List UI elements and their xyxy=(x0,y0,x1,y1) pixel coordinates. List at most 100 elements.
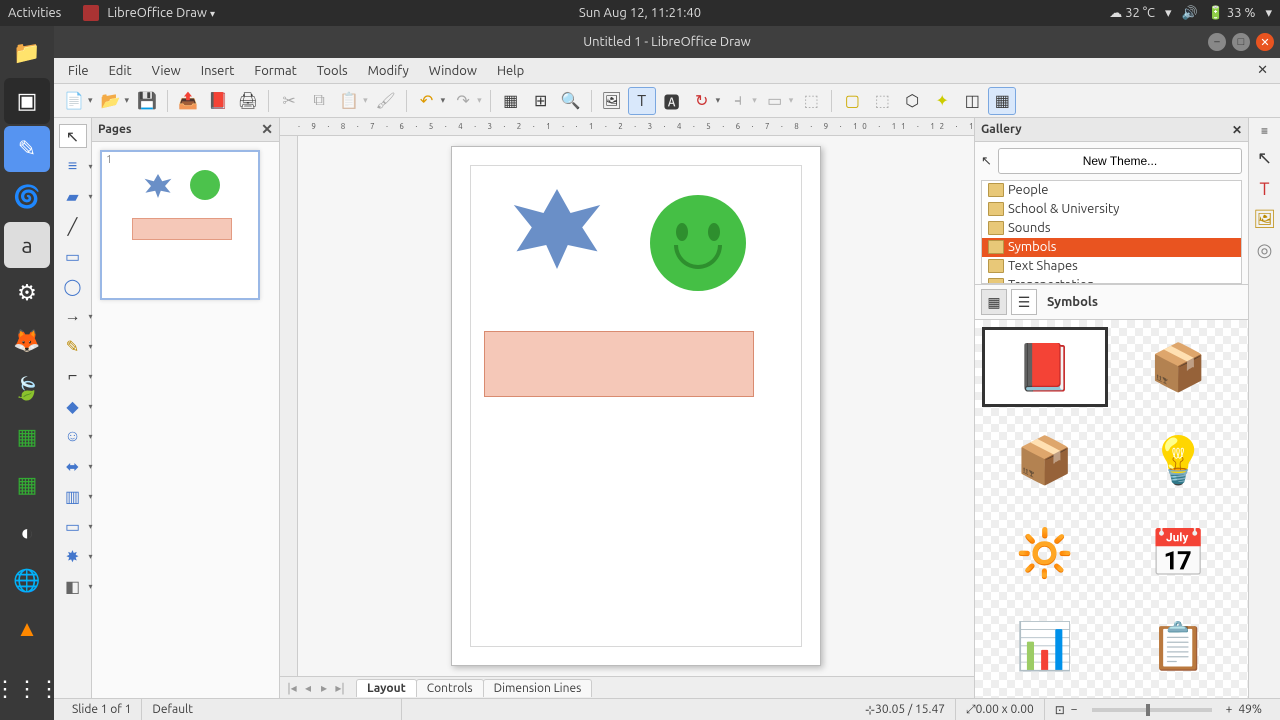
dock-browser[interactable]: 🌐 xyxy=(4,558,50,604)
menu-modify[interactable]: Modify xyxy=(360,61,417,81)
crop-button[interactable]: ⬚ xyxy=(868,87,896,115)
theme-item-people[interactable]: People xyxy=(982,181,1241,200)
vertical-ruler[interactable] xyxy=(280,136,298,676)
distribute-button[interactable]: ⬚ xyxy=(797,87,825,115)
wifi-icon[interactable]: ▾ xyxy=(1165,6,1172,21)
zoom-value[interactable]: 49% xyxy=(1238,703,1262,716)
menu-file[interactable]: File xyxy=(60,61,97,81)
sidebar-styles-icon[interactable]: T xyxy=(1259,179,1269,199)
dock-terminal[interactable]: ▣ xyxy=(4,78,50,124)
3d-tool[interactable]: ◧▾ xyxy=(59,574,87,598)
gallery-toggle-button[interactable]: ▦ xyxy=(988,87,1016,115)
align-button[interactable]: ⫞ xyxy=(724,87,752,115)
line-color-tool[interactable]: ≡▾ xyxy=(59,154,87,178)
open-button[interactable]: 📂 xyxy=(97,87,125,115)
clock[interactable]: Sun Aug 12, 11:21:40 xyxy=(579,6,701,20)
gallery-items-grid[interactable]: 📕 📦 📦 💡 🔆 📅 📊 📋 xyxy=(975,320,1248,698)
theme-item-school[interactable]: School & University xyxy=(982,200,1241,219)
canvas-viewport[interactable] xyxy=(298,136,974,676)
page-thumbnail-1[interactable] xyxy=(100,150,260,300)
line-tool[interactable]: ╱ xyxy=(59,214,87,238)
dock-gimp[interactable]: 🦊 xyxy=(4,318,50,364)
shadow-button[interactable]: ▢ xyxy=(838,87,866,115)
theme-item-textshapes[interactable]: Text Shapes xyxy=(982,257,1241,276)
gluepoints-button[interactable]: ✦ xyxy=(928,87,956,115)
block-arrows-tool[interactable]: ⬌▾ xyxy=(59,454,87,478)
arrange-button[interactable]: ▭ xyxy=(761,87,789,115)
gallery-item-chart[interactable]: 📊 xyxy=(983,607,1107,685)
menu-tools[interactable]: Tools xyxy=(309,61,356,81)
symbol-shapes-tool[interactable]: ☺▾ xyxy=(59,424,87,448)
copy-button[interactable]: ⧉ xyxy=(305,87,333,115)
cut-button[interactable]: ✂ xyxy=(275,87,303,115)
dock-apps[interactable]: ⋮⋮⋮ xyxy=(4,666,50,712)
gallery-grid-view-icon[interactable]: ▦ xyxy=(981,289,1007,315)
basic-shapes-tool[interactable]: ◆▾ xyxy=(59,394,87,418)
horizontal-ruler[interactable]: · 9 · 8 · 7 · 6 · 5 · 4 · 3 · 2 · 1 · · … xyxy=(280,118,974,136)
gallery-item-clipboard[interactable]: 📋 xyxy=(1117,607,1241,685)
gallery-item-calendar[interactable]: 📅 xyxy=(1117,514,1241,592)
theme-item-sounds[interactable]: Sounds xyxy=(982,219,1241,238)
flowchart-tool[interactable]: ▥▾ xyxy=(59,484,87,508)
tab-controls[interactable]: Controls xyxy=(416,679,484,697)
menu-insert[interactable]: Insert xyxy=(193,61,243,81)
grid-button[interactable]: ▦ xyxy=(497,87,525,115)
status-style[interactable]: Default xyxy=(142,699,402,720)
close-button[interactable]: ✕ xyxy=(1256,33,1274,51)
tab-nav-prev[interactable]: ◂ xyxy=(300,681,316,695)
ellipse-tool[interactable]: ◯ xyxy=(59,274,87,298)
print-button[interactable]: 🖨 xyxy=(234,87,262,115)
textbox-button[interactable]: T xyxy=(628,87,656,115)
tab-nav-first[interactable]: |◂ xyxy=(284,681,300,695)
menu-window[interactable]: Window xyxy=(421,61,485,81)
menu-edit[interactable]: Edit xyxy=(101,61,140,81)
gallery-close-icon[interactable]: ✕ xyxy=(1232,123,1242,137)
undo-button[interactable]: ↶ xyxy=(413,87,441,115)
dock-app3[interactable]: ▦ xyxy=(4,462,50,508)
theme-list[interactable]: People School & University Sounds Symbol… xyxy=(981,180,1242,284)
minimize-button[interactable]: – xyxy=(1208,33,1226,51)
theme-item-symbols[interactable]: Symbols xyxy=(982,238,1241,257)
dock-vlc[interactable]: ▲ xyxy=(4,606,50,652)
menu-view[interactable]: View xyxy=(144,61,189,81)
menu-format[interactable]: Format xyxy=(246,61,304,81)
maximize-button[interactable]: □ xyxy=(1232,33,1250,51)
zoom-slider[interactable] xyxy=(1092,708,1212,712)
shape-smiley[interactable] xyxy=(650,195,746,291)
edit-points-button[interactable]: ⬡ xyxy=(898,87,926,115)
sidebar-gallery-icon[interactable]: 🖼 xyxy=(1253,209,1276,230)
new-theme-button[interactable]: New Theme... xyxy=(998,148,1242,174)
dock-settings[interactable]: ⚙ xyxy=(4,270,50,316)
pdf-button[interactable]: 📕 xyxy=(204,87,232,115)
zoom-fit-icon[interactable]: ⊡ xyxy=(1055,703,1065,717)
activities-button[interactable]: Activities xyxy=(8,6,61,20)
select-tool[interactable]: ↖ xyxy=(59,124,87,148)
dock-app4[interactable]: ◐ xyxy=(4,510,50,556)
new-button[interactable]: 📄 xyxy=(60,87,88,115)
rotate-button[interactable]: ↻ xyxy=(688,87,716,115)
zoom-button[interactable]: 🔍 xyxy=(557,87,585,115)
drawing-page[interactable] xyxy=(451,146,821,666)
export-button[interactable]: 📤 xyxy=(174,87,202,115)
connector-tool[interactable]: ⌐▾ xyxy=(59,364,87,388)
app-name[interactable]: LibreOffice Draw ▾ xyxy=(107,6,215,20)
document-close-icon[interactable]: ✕ xyxy=(1257,63,1274,78)
dock-calc[interactable]: ▦ xyxy=(4,414,50,460)
gallery-item-book[interactable]: 📕 xyxy=(983,328,1107,406)
weather-indicator[interactable]: ☁ 32 °C xyxy=(1109,6,1155,21)
star-tool[interactable]: ✸▾ xyxy=(59,544,87,568)
gallery-item-brightbulb[interactable]: 🔆 xyxy=(983,514,1107,592)
curve-tool[interactable]: ✎▾ xyxy=(59,334,87,358)
dock-draw[interactable]: ✎ xyxy=(4,126,50,172)
fontwork-button[interactable]: 🅰 xyxy=(658,87,686,115)
shape-rectangle[interactable] xyxy=(484,331,754,397)
tab-nav-last[interactable]: ▸| xyxy=(332,681,348,695)
sidebar-expand-icon[interactable]: ≡ xyxy=(1261,124,1268,138)
gallery-list-view-icon[interactable]: ☰ xyxy=(1011,289,1037,315)
dock-font[interactable]: a xyxy=(4,222,50,268)
dock-files[interactable]: 📁 xyxy=(4,30,50,76)
dock-app2[interactable]: 🍃 xyxy=(4,366,50,412)
arrow-tool[interactable]: →▾ xyxy=(59,304,87,328)
tab-layout[interactable]: Layout xyxy=(356,679,417,697)
tab-dimension[interactable]: Dimension Lines xyxy=(483,679,593,697)
